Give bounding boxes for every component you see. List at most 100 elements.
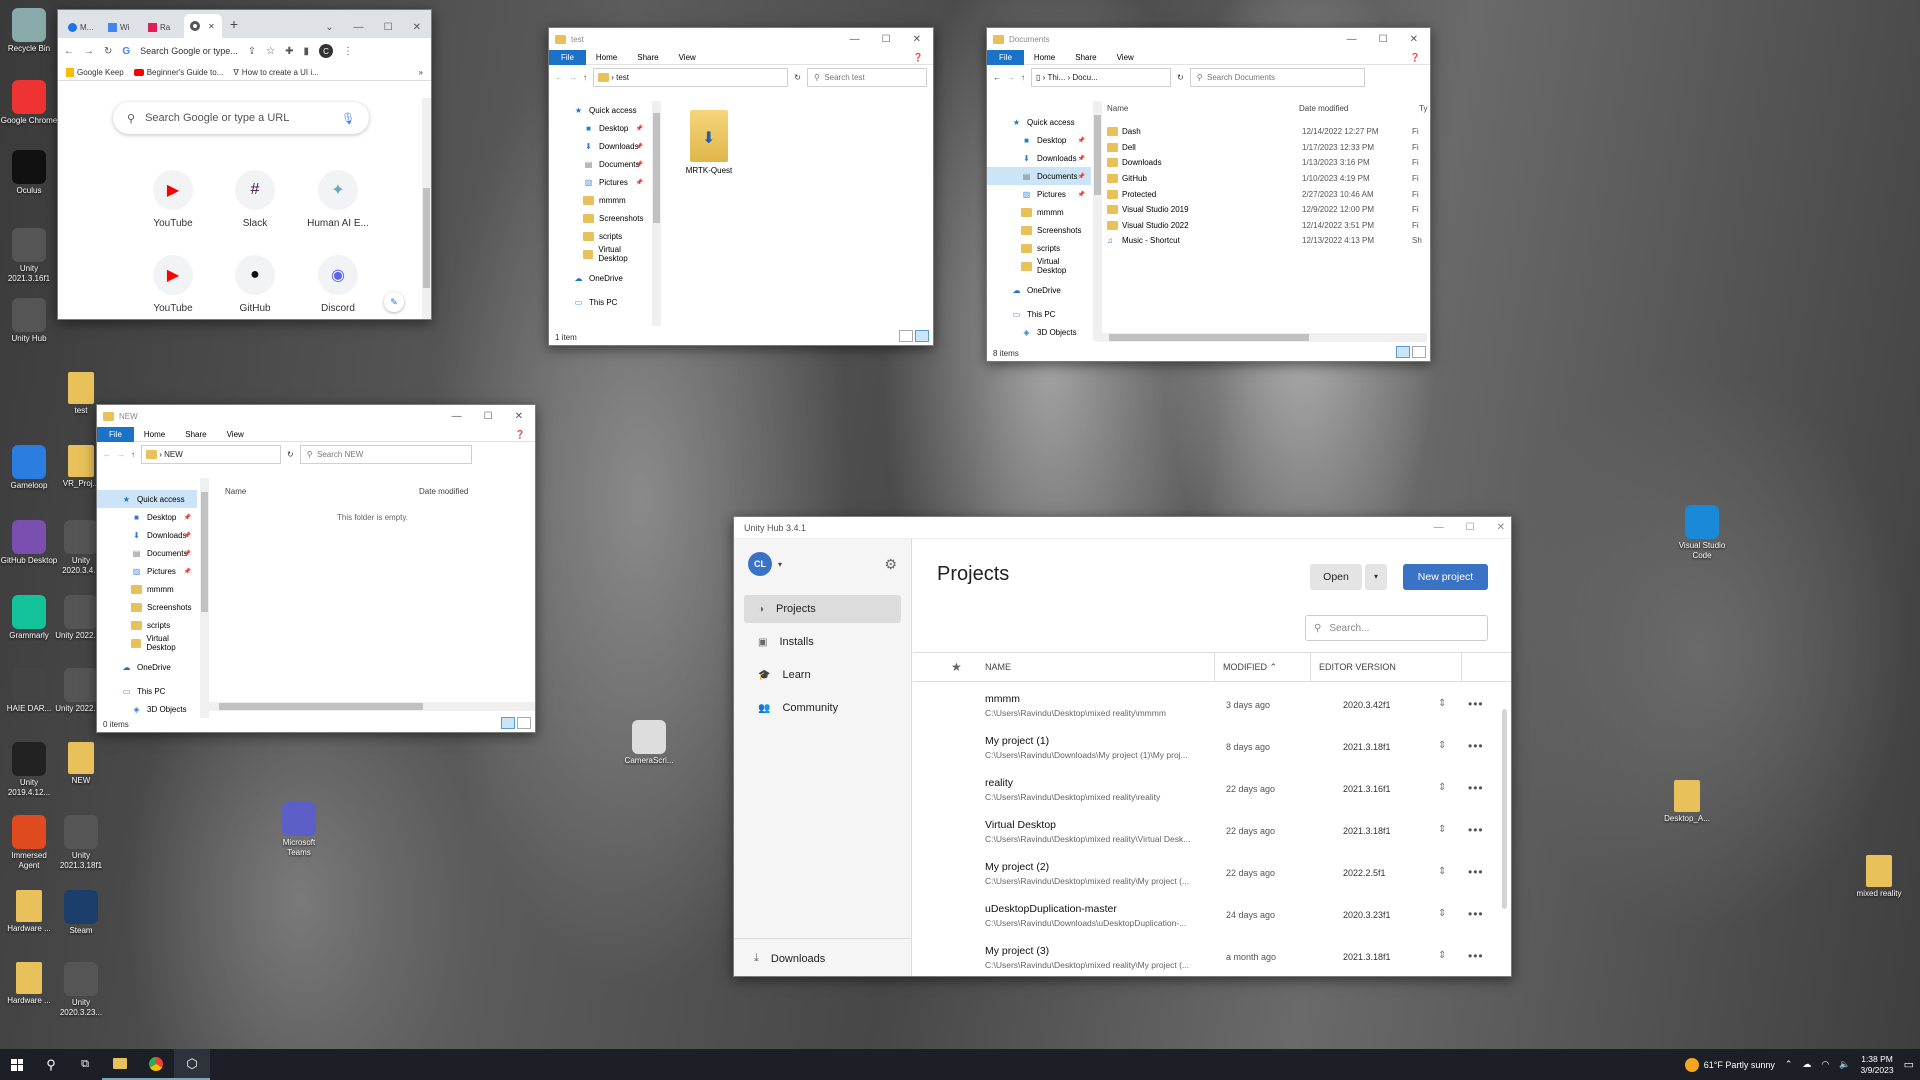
hub-nav-learn[interactable]: 🎓 Learn: [744, 661, 901, 689]
close-icon[interactable]: ✕: [913, 34, 921, 45]
nav-item[interactable]: ▨ Pictures 📌: [549, 173, 649, 191]
project-row[interactable]: My project (1) C:\Users\Ravindu\Downloads…: [913, 731, 1503, 773]
nav-item[interactable]: scripts: [549, 227, 649, 245]
nav-item[interactable]: scripts: [987, 239, 1091, 257]
ribbon-file[interactable]: File: [97, 426, 134, 442]
nav-item[interactable]: Screenshots: [987, 221, 1091, 239]
show-hidden-icons[interactable]: ⌃: [1785, 1059, 1793, 1070]
help-icon[interactable]: ❓: [903, 53, 933, 62]
nav-item[interactable]: ▭ This PC: [97, 682, 197, 700]
ribbon-share[interactable]: Share: [175, 430, 216, 439]
project-editor-version[interactable]: 2022.2.5f1: [1343, 868, 1386, 878]
help-icon[interactable]: ❓: [505, 430, 535, 439]
up-icon[interactable]: ↑: [583, 73, 587, 82]
back-icon[interactable]: ←: [555, 73, 563, 82]
open-dropdown-button[interactable]: ▾: [1365, 564, 1387, 590]
col-date[interactable]: Date modified: [419, 487, 468, 496]
nav-item[interactable]: ▨ Pictures 📌: [97, 562, 197, 580]
project-row[interactable]: My project (2) C:\Users\Ravindu\Desktop\m…: [913, 857, 1503, 899]
file-row[interactable]: Dell 1/17/2023 12:33 PM Fi: [1099, 140, 1429, 156]
project-editor-version[interactable]: 2021.3.18f1: [1343, 952, 1391, 962]
bookmark-google-keep[interactable]: Google Keep: [66, 67, 124, 77]
search-box[interactable]: ⚲ Search NEW: [299, 445, 472, 464]
horizontal-scrollbar[interactable]: [209, 702, 535, 711]
clock[interactable]: 1:38 PM 3/9/2023: [1861, 1054, 1894, 1076]
customize-chrome-button[interactable]: ✎: [384, 292, 404, 312]
version-select-icon[interactable]: ⇕: [1438, 866, 1446, 877]
help-icon[interactable]: ❓: [1400, 53, 1430, 62]
maximize-icon[interactable]: ☐: [882, 34, 891, 45]
desktop-icon[interactable]: Grammarly: [0, 595, 58, 641]
details-view-icon[interactable]: [899, 330, 913, 342]
more-options-icon[interactable]: •••: [1468, 823, 1484, 837]
project-editor-version[interactable]: 2021.3.18f1: [1343, 742, 1391, 752]
file-row[interactable]: ♫ Music - Shortcut 12/13/2022 4:13 PM Sh: [1099, 233, 1429, 249]
task-view-button[interactable]: ⧉: [68, 1058, 102, 1071]
close-icon[interactable]: ✕: [413, 22, 421, 33]
nav-item[interactable]: Screenshots: [97, 598, 197, 616]
ribbon-home[interactable]: Home: [1024, 53, 1065, 62]
nav-item[interactable]: ☁ OneDrive: [97, 658, 197, 676]
desktop-icon[interactable]: Visual Studio Code: [1673, 505, 1731, 561]
nav-item[interactable]: ■ Desktop 📌: [987, 131, 1091, 149]
more-options-icon[interactable]: •••: [1468, 907, 1484, 921]
tab-search-icon[interactable]: ⌄: [325, 22, 333, 33]
search-box[interactable]: ⚲ Search test: [807, 68, 927, 87]
favorite-star-icon[interactable]: ★: [951, 660, 962, 674]
desktop-icon[interactable]: Immersed Agent: [0, 815, 58, 871]
desktop-icon[interactable]: Oculus: [0, 150, 58, 196]
shortcut-tile[interactable]: ● GitHub: [215, 255, 295, 314]
close-icon[interactable]: ✕: [1497, 522, 1505, 533]
forward-icon[interactable]: →: [117, 450, 125, 459]
nav-item[interactable]: ▤ Documents 📌: [549, 155, 649, 173]
view-toggle[interactable]: [899, 330, 929, 342]
nav-item[interactable]: ▭ This PC: [987, 305, 1091, 323]
version-select-icon[interactable]: ⇕: [1438, 782, 1446, 793]
shortcut-tile[interactable]: ▶ YouTube: [133, 170, 213, 229]
omnibox[interactable]: Search Google or type...: [140, 46, 238, 56]
mic-icon[interactable]: 🎙: [341, 112, 355, 125]
chrome-tab[interactable]: M...: [64, 16, 102, 38]
project-row[interactable]: mmmm C:\Users\Ravindu\Desktop\mixed reali…: [913, 689, 1503, 731]
chevron-down-icon[interactable]: ▾: [778, 560, 782, 569]
chrome-tab-active[interactable]: ✕: [184, 14, 222, 38]
project-row[interactable]: Virtual Desktop C:\Users\Ravindu\Desktop\…: [913, 815, 1503, 857]
taskbar-unity-hub[interactable]: ⬡: [174, 1049, 210, 1080]
desktop-icon[interactable]: Unity 2019.4.12...: [0, 742, 58, 798]
network-icon[interactable]: ☁: [1802, 1059, 1811, 1070]
address-bar[interactable]: ▯ › Thi... › Docu...: [1031, 68, 1171, 87]
nav-item[interactable]: mmmm: [549, 191, 649, 209]
details-view-icon[interactable]: [501, 717, 515, 729]
col-type[interactable]: Ty: [1419, 104, 1427, 113]
details-view-icon[interactable]: [1396, 346, 1410, 358]
ribbon-view[interactable]: View: [669, 53, 706, 62]
up-icon[interactable]: ↑: [131, 450, 135, 459]
file-row[interactable]: GitHub 1/10/2023 4:19 PM Fi: [1099, 171, 1429, 187]
nav-item[interactable]: Virtual Desktop: [987, 257, 1091, 275]
sidepanel-icon[interactable]: ▮: [303, 46, 309, 57]
ribbon-file[interactable]: File: [987, 49, 1024, 65]
nav-item[interactable]: ⬇ Downloads 📌: [549, 137, 649, 155]
refresh-icon[interactable]: ↻: [287, 450, 294, 459]
nav-item[interactable]: Virtual Desktop: [97, 634, 197, 652]
back-icon[interactable]: ←: [103, 450, 111, 459]
open-button[interactable]: Open: [1310, 564, 1362, 590]
desktop-icon[interactable]: Desktop_A...: [1658, 780, 1716, 824]
profile-avatar[interactable]: C: [319, 44, 333, 58]
ribbon-home[interactable]: Home: [134, 430, 175, 439]
chrome-tab[interactable]: Wi: [104, 16, 142, 38]
project-editor-version[interactable]: 2020.3.23f1: [1343, 910, 1391, 920]
nav-item[interactable]: mmmm: [97, 580, 197, 598]
nav-scrollbar[interactable]: [652, 101, 661, 326]
nav-item[interactable]: Screenshots: [549, 209, 649, 227]
new-tab-button[interactable]: +: [224, 16, 244, 38]
avatar[interactable]: CL: [748, 552, 772, 576]
taskbar-chrome[interactable]: [138, 1049, 174, 1080]
ribbon-share[interactable]: Share: [627, 53, 668, 62]
hub-nav-community[interactable]: 👥 Community: [744, 694, 901, 722]
project-scrollbar[interactable]: [1502, 689, 1508, 976]
version-select-icon[interactable]: ⇕: [1438, 698, 1446, 709]
nav-item[interactable]: ▤ Documents 📌: [97, 544, 197, 562]
weather-widget[interactable]: 61°F Partly sunny: [1684, 1057, 1775, 1072]
desktop-icon[interactable]: CameraScri...: [620, 720, 678, 766]
